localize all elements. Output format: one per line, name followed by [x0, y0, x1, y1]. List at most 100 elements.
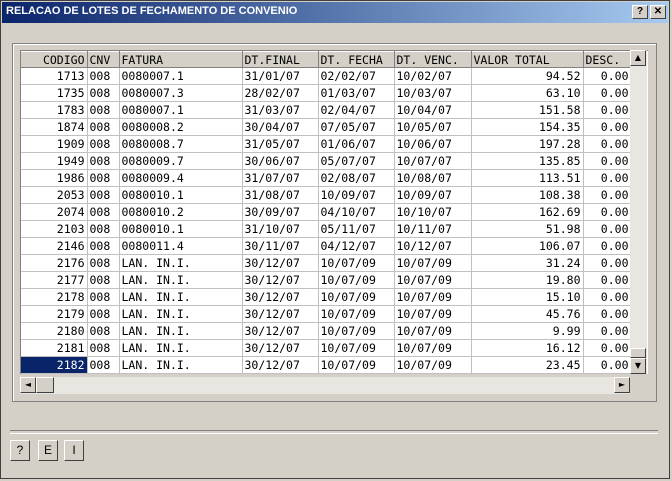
table-cell[interactable]: 151.58 — [471, 101, 584, 119]
table-cell[interactable]: 31/10/07 — [242, 220, 319, 238]
table-cell[interactable]: 51.98 — [471, 220, 584, 238]
scroll-left-icon[interactable]: ◄ — [20, 377, 36, 393]
table-row[interactable]: 2181 008 LAN. IN.I. 30/12/07 10/07/09 10/07/0… — [21, 339, 632, 357]
table-cell[interactable]: 008 — [87, 322, 120, 340]
table-cell[interactable]: 16.12 — [471, 339, 584, 357]
table-cell[interactable]: 008 — [87, 237, 120, 255]
table-cell[interactable]: 15.10 — [471, 288, 584, 306]
column-header[interactable]: DESC. — [583, 51, 632, 68]
table-row[interactable]: 2182 008 LAN. IN.I. 30/12/07 10/07/09 10/07/0… — [21, 356, 632, 374]
table-cell[interactable]: 1949 — [21, 152, 88, 170]
table-cell[interactable]: 008 — [87, 186, 120, 204]
table-cell[interactable]: 0080008.2 — [119, 118, 243, 136]
table-cell[interactable]: 10/12/07 — [394, 237, 472, 255]
table-cell[interactable]: 1909 — [21, 135, 88, 153]
table-cell[interactable]: 23.45 — [471, 356, 584, 374]
table-row[interactable]: 2053 008 0080010.1 31/08/07 10/09/07 10/09/07… — [21, 186, 632, 204]
table-cell[interactable]: 008 — [87, 135, 120, 153]
table-cell[interactable]: 30/12/07 — [242, 322, 319, 340]
table-cell[interactable]: 30/06/07 — [242, 152, 319, 170]
column-header[interactable]: VALOR TOTAL — [471, 51, 584, 68]
table-cell[interactable]: 31/05/07 — [242, 135, 319, 153]
table-cell[interactable]: LAN. IN.I. — [119, 356, 243, 374]
column-header[interactable]: CNV — [87, 51, 120, 68]
table-cell[interactable]: 10/03/07 — [394, 84, 472, 102]
scroll-down-icon[interactable]: ▼ — [630, 358, 646, 374]
table-cell[interactable]: 1713 — [21, 67, 88, 85]
table-row[interactable]: 1949 008 0080009.7 30/06/07 05/07/07 10/07/07… — [21, 152, 632, 170]
table-cell[interactable]: LAN. IN.I. — [119, 305, 243, 323]
table-cell[interactable]: 10/09/07 — [394, 186, 472, 204]
table-cell[interactable]: 108.38 — [471, 186, 584, 204]
table-row[interactable]: 2146 008 0080011.4 30/11/07 04/12/07 10/12/07… — [21, 237, 632, 255]
table-cell[interactable]: 0.00 — [583, 254, 632, 272]
table-cell[interactable]: 28/02/07 — [242, 84, 319, 102]
table-cell[interactable]: 0.00 — [583, 84, 632, 102]
table-cell[interactable]: 45.76 — [471, 305, 584, 323]
table-cell[interactable]: 10/06/07 — [394, 135, 472, 153]
table-cell[interactable]: 0080010.1 — [119, 186, 243, 204]
table-cell[interactable]: 0080009.7 — [119, 152, 243, 170]
table-cell[interactable]: 0080010.1 — [119, 220, 243, 238]
table-row[interactable]: 2180 008 LAN. IN.I. 30/12/07 10/07/09 10/07/0… — [21, 322, 632, 340]
table-cell[interactable]: 2053 — [21, 186, 88, 204]
table-cell[interactable]: 008 — [87, 84, 120, 102]
table-cell[interactable]: 10/04/07 — [394, 101, 472, 119]
table-cell[interactable]: 31/07/07 — [242, 169, 319, 187]
table-row[interactable]: 1909 008 0080008.7 31/05/07 01/06/07 10/06/07… — [21, 135, 632, 153]
table-cell[interactable]: 19.80 — [471, 271, 584, 289]
table-cell[interactable]: 0.00 — [583, 305, 632, 323]
table-cell[interactable]: 0.00 — [583, 135, 632, 153]
table-cell[interactable]: 008 — [87, 118, 120, 136]
table-cell[interactable]: 0.00 — [583, 220, 632, 238]
table-cell[interactable]: 30/12/07 — [242, 305, 319, 323]
table-cell[interactable]: 2182 — [21, 356, 88, 374]
table-cell[interactable]: 10/07/09 — [394, 356, 472, 374]
table-row[interactable]: 1713 008 0080007.1 31/01/07 02/02/07 10/02/07… — [21, 67, 632, 85]
table-cell[interactable]: 30/12/07 — [242, 356, 319, 374]
table-cell[interactable]: 30/11/07 — [242, 237, 319, 255]
table-cell[interactable]: 31/08/07 — [242, 186, 319, 204]
vertical-scroll-thumb[interactable] — [630, 348, 646, 358]
title-bar[interactable]: RELACAO DE LOTES DE FECHAMENTO DE CONVEN… — [2, 2, 668, 23]
table-cell[interactable]: 10/07/07 — [394, 152, 472, 170]
table-cell[interactable]: 02/08/07 — [318, 169, 395, 187]
table-cell[interactable]: 1783 — [21, 101, 88, 119]
table-row[interactable]: 1986 008 0080009.4 31/07/07 02/08/07 10/08/07… — [21, 169, 632, 187]
table-cell[interactable]: 135.85 — [471, 152, 584, 170]
table-cell[interactable]: 63.10 — [471, 84, 584, 102]
column-header[interactable]: DT.FINAL — [242, 51, 319, 68]
table-cell[interactable]: 0.00 — [583, 152, 632, 170]
table-cell[interactable]: 01/03/07 — [318, 84, 395, 102]
table-cell[interactable]: 10/07/09 — [394, 322, 472, 340]
table-cell[interactable]: 10/07/09 — [318, 254, 395, 272]
table-cell[interactable]: 0.00 — [583, 322, 632, 340]
table-cell[interactable]: 2176 — [21, 254, 88, 272]
table-cell[interactable]: LAN. IN.I. — [119, 288, 243, 306]
table-cell[interactable]: 2179 — [21, 305, 88, 323]
help-button[interactable]: ? — [10, 440, 30, 461]
table-cell[interactable]: 10/07/09 — [394, 271, 472, 289]
horizontal-scrollbar[interactable]: ◄ ► — [20, 377, 630, 394]
table-cell[interactable]: 0.00 — [583, 356, 632, 374]
column-header[interactable]: DT. FECHA — [318, 51, 395, 68]
table-cell[interactable]: 1735 — [21, 84, 88, 102]
table-row[interactable]: 1735 008 0080007.3 28/02/07 01/03/07 10/03/07… — [21, 84, 632, 102]
table-cell[interactable]: 31/03/07 — [242, 101, 319, 119]
table-row[interactable]: 2176 008 LAN. IN.I. 30/12/07 10/07/09 10/07/0… — [21, 254, 632, 272]
table-cell[interactable]: 0080009.4 — [119, 169, 243, 187]
table-cell[interactable]: 30/12/07 — [242, 339, 319, 357]
table-cell[interactable]: 008 — [87, 288, 120, 306]
table-cell[interactable]: 30/04/07 — [242, 118, 319, 136]
table-cell[interactable]: 10/05/07 — [394, 118, 472, 136]
table-cell[interactable]: 008 — [87, 254, 120, 272]
table-cell[interactable]: 10/02/07 — [394, 67, 472, 85]
table-row[interactable]: 2103 008 0080010.1 31/10/07 05/11/07 10/11/07… — [21, 220, 632, 238]
table-cell[interactable]: 10/07/09 — [394, 254, 472, 272]
table-cell[interactable]: 008 — [87, 169, 120, 187]
column-header[interactable]: DT. VENC. — [394, 51, 472, 68]
scroll-up-icon[interactable]: ▲ — [630, 50, 646, 66]
title-help-button[interactable]: ? — [632, 5, 648, 19]
table-cell[interactable]: 2178 — [21, 288, 88, 306]
table-cell[interactable]: 01/06/07 — [318, 135, 395, 153]
